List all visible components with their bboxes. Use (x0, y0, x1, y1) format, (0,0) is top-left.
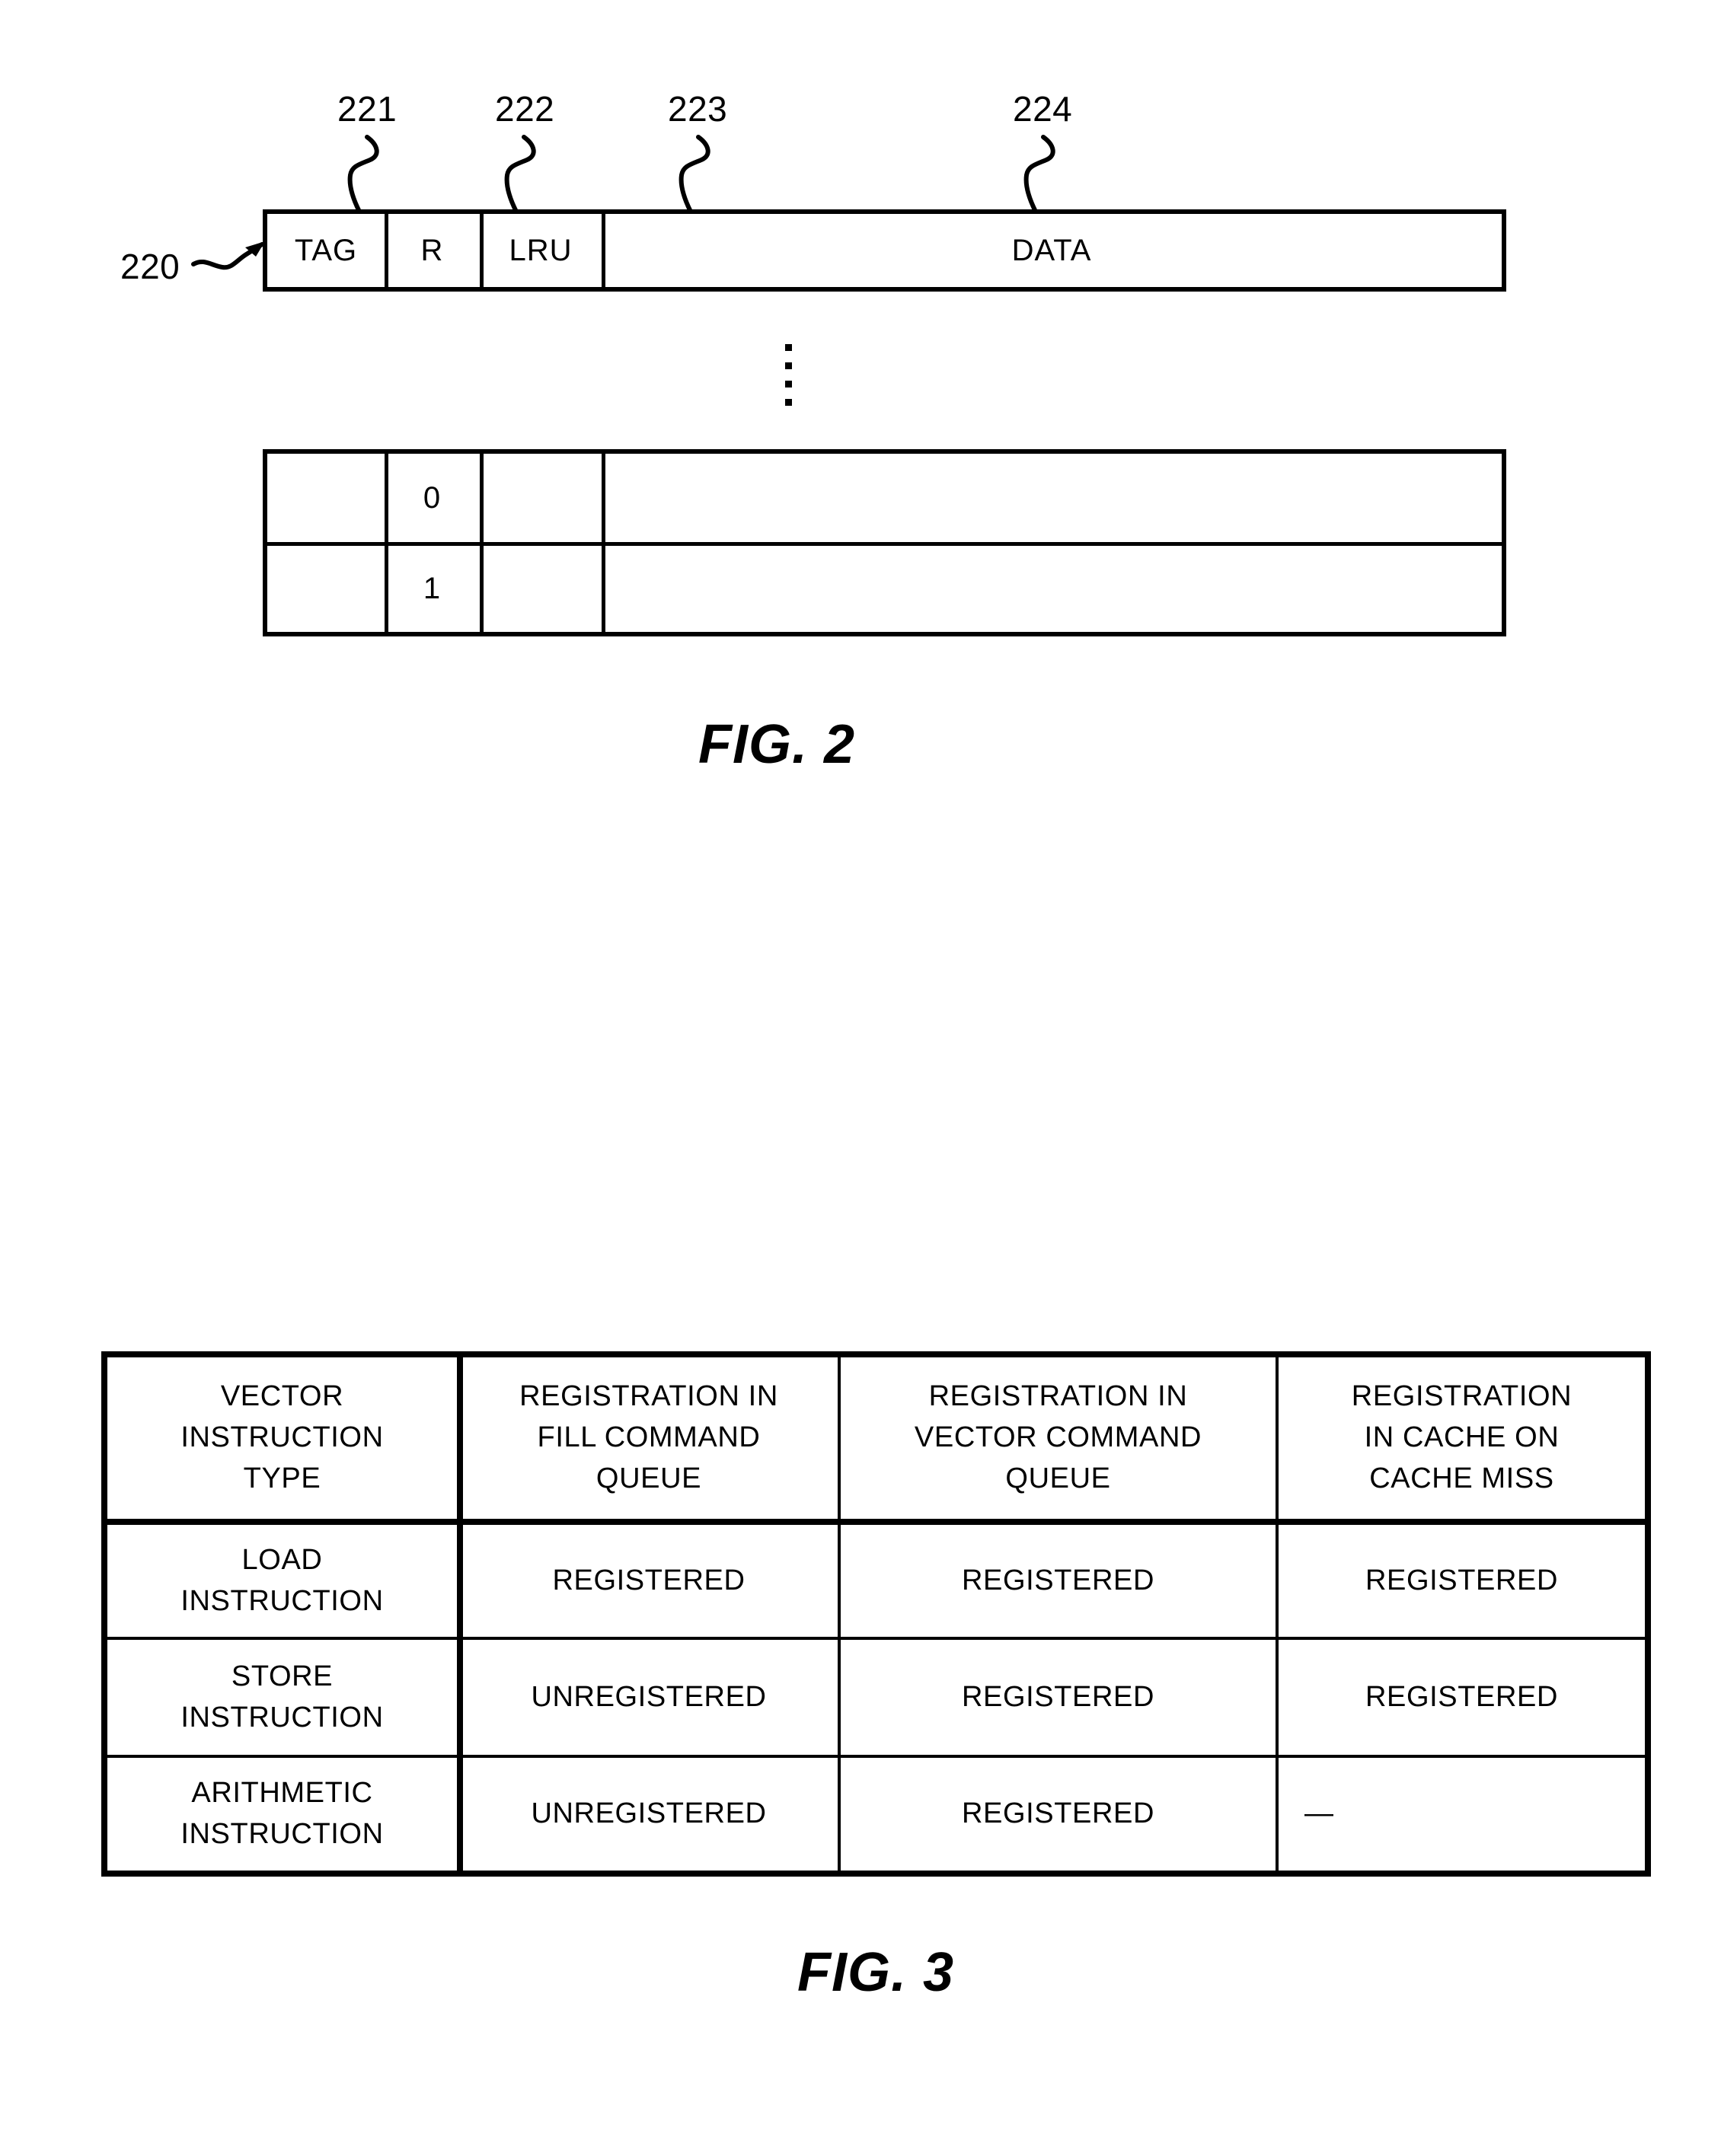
figure-3: VECTOR INSTRUCTION TYPE REGISTRATION IN … (0, 1294, 1721, 2101)
row-load-vector-command-queue: REGISTERED (841, 1525, 1276, 1637)
cell-line: INSTRUCTION (180, 1701, 384, 1733)
row1-cell-r: 1 (423, 572, 442, 605)
cell-line: UNREGISTERED (531, 1797, 767, 1830)
cell-line: REGISTERED (961, 1680, 1155, 1713)
cache-entry-row-table: TAG R LRU DATA (263, 209, 1506, 292)
row1-cell-data (602, 546, 1502, 632)
row-store-fill-command-queue: UNREGISTERED (460, 1640, 838, 1755)
row1-cell-tag (267, 546, 385, 632)
header-vector-instruction-type: VECTOR INSTRUCTION TYPE (107, 1357, 457, 1519)
figure-3-caption: FIG. 3 (797, 1942, 955, 2003)
cell-line: UNREGISTERED (531, 1680, 767, 1713)
row-arithmetic-fill-command-queue: UNREGISTERED (460, 1758, 838, 1871)
row0-cell-lru (480, 454, 602, 542)
header-line: FILL COMMAND (537, 1421, 761, 1454)
figure-2: 221 222 223 224 220 TAG R LRU DATA 0 1 F… (0, 0, 1721, 807)
row-store-cache-on-miss: REGISTERED (1279, 1640, 1645, 1755)
entry-cell-r: R (420, 233, 444, 267)
leader-line-223 (679, 135, 710, 214)
row-arithmetic-vector-command-queue: REGISTERED (841, 1758, 1276, 1871)
row-arithmetic-type: ARITHMETIC INSTRUCTION (107, 1758, 457, 1871)
cell-line: — (1304, 1797, 1334, 1830)
header-line: VECTOR (220, 1380, 344, 1413)
header-row-divider (107, 1519, 1645, 1525)
row-arithmetic-cache-on-miss: — (1279, 1758, 1645, 1871)
patent-figure-sheet: 221 222 223 224 220 TAG R LRU DATA 0 1 F… (0, 0, 1721, 2156)
header-line: VECTOR COMMAND (914, 1421, 1202, 1454)
cell-line: REGISTERED (961, 1797, 1155, 1830)
header-line: QUEUE (595, 1462, 702, 1494)
row1-cell-lru (480, 546, 602, 632)
cell-line: REGISTERED (552, 1564, 746, 1596)
cell-line: STORE (231, 1660, 334, 1692)
row-store-vector-command-queue: REGISTERED (841, 1640, 1276, 1755)
reference-label-222: 222 (495, 89, 555, 129)
vertical-ellipsis (785, 344, 792, 417)
row0-cell-data (602, 454, 1502, 542)
cell-line: REGISTERED (1365, 1680, 1559, 1713)
cell-line: REGISTERED (961, 1564, 1155, 1596)
entry-cell-tag: TAG (294, 233, 358, 267)
header-line: CACHE MISS (1369, 1462, 1554, 1494)
header-line: REGISTRATION IN (928, 1380, 1188, 1413)
reference-label-220: 220 (120, 247, 180, 286)
header-line: QUEUE (1005, 1462, 1111, 1494)
row-store-type: STORE INSTRUCTION (107, 1640, 457, 1755)
row0-cell-tag (267, 454, 385, 542)
row-load-cache-on-miss: REGISTERED (1279, 1525, 1645, 1637)
header-line: INSTRUCTION (180, 1421, 384, 1454)
header-line: TYPE (243, 1462, 321, 1494)
header-registration-fill-command-queue: REGISTRATION IN FILL COMMAND QUEUE (460, 1357, 838, 1519)
instruction-registration-table: VECTOR INSTRUCTION TYPE REGISTRATION IN … (101, 1351, 1651, 1877)
entry-cell-data: DATA (1011, 233, 1092, 267)
header-registration-cache-on-cache-miss: REGISTRATION IN CACHE ON CACHE MISS (1279, 1357, 1645, 1519)
row0-cell-r: 0 (423, 480, 442, 515)
cell-line: LOAD (241, 1543, 323, 1576)
cell-line: INSTRUCTION (180, 1818, 384, 1850)
entry-cell-lru: LRU (509, 233, 573, 267)
header-line: REGISTRATION IN (519, 1380, 778, 1413)
header-line: REGISTRATION (1351, 1380, 1573, 1413)
leader-line-221 (347, 135, 379, 214)
header-registration-vector-command-queue: REGISTRATION IN VECTOR COMMAND QUEUE (841, 1357, 1276, 1519)
header-line: IN CACHE ON (1364, 1421, 1560, 1454)
row-load-fill-command-queue: REGISTERED (460, 1525, 838, 1637)
cell-line: ARITHMETIC (191, 1777, 373, 1810)
leader-line-224 (1023, 135, 1055, 214)
figure-2-caption: FIG. 2 (698, 714, 856, 775)
leader-line-222 (504, 135, 536, 214)
reference-label-223: 223 (668, 89, 728, 129)
cell-line: REGISTERED (1365, 1564, 1559, 1596)
row-load-type: LOAD INSTRUCTION (107, 1525, 457, 1637)
reference-label-224: 224 (1013, 89, 1073, 129)
cell-line: INSTRUCTION (180, 1584, 384, 1617)
cache-entry-rows-table: 0 1 (263, 449, 1506, 636)
reference-label-221: 221 (337, 89, 398, 129)
